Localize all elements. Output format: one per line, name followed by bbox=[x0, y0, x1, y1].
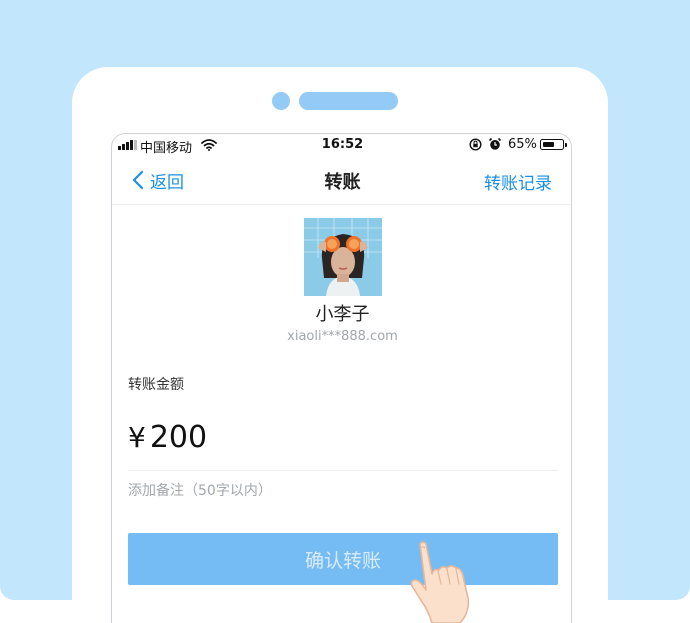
recipient-name: 小李子 bbox=[315, 304, 370, 325]
nav-bar: 返回 转账 转账记录 bbox=[112, 156, 571, 205]
phone-speaker bbox=[299, 92, 398, 110]
transfer-history-link[interactable]: 转账记录 bbox=[484, 169, 552, 194]
pointing-hand-icon bbox=[410, 541, 470, 623]
status-bar: 中国移动 16:52 65% bbox=[112, 134, 571, 156]
currency-symbol: ¥ bbox=[128, 421, 146, 454]
alarm-icon bbox=[488, 137, 502, 150]
avatar bbox=[304, 218, 382, 296]
amount-value: 200 bbox=[149, 420, 208, 455]
battery-fill bbox=[542, 141, 555, 147]
phone-camera bbox=[272, 92, 290, 110]
avatar-photo bbox=[304, 218, 382, 296]
recipient-account: xiaoli***888.com bbox=[287, 329, 398, 344]
confirm-transfer-button[interactable]: 确认转账 bbox=[128, 533, 558, 585]
phone-screen: 中国移动 16:52 65% 返回 转账 转账记录 小李子 xiaoli***8… bbox=[111, 133, 572, 623]
amount-input[interactable]: ¥ 200 bbox=[128, 420, 207, 455]
amount-label: 转账金额 bbox=[128, 377, 184, 393]
confirm-transfer-label: 确认转账 bbox=[304, 549, 381, 572]
battery-icon bbox=[540, 139, 567, 150]
divider bbox=[128, 470, 558, 471]
battery-percent: 65% bbox=[508, 137, 537, 152]
status-time: 16:52 bbox=[321, 137, 364, 152]
rotation-lock-icon bbox=[469, 138, 482, 151]
note-input[interactable]: 添加备注（50字以内） bbox=[128, 480, 558, 502]
